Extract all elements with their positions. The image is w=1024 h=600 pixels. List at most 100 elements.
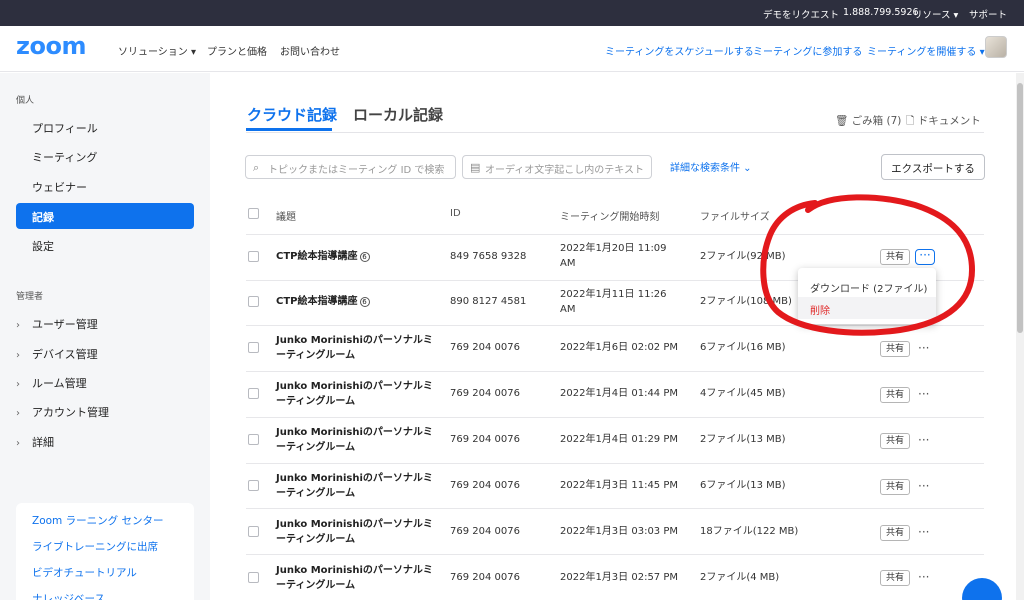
sidebar-item-profile[interactable]: プロフィール xyxy=(16,114,194,140)
main-header: zoom ソリューション ▾ プランと価格 お問い合わせ ミーティングをスケジュ… xyxy=(0,26,1024,72)
share-button[interactable]: 共有 xyxy=(880,433,910,449)
share-button[interactable]: 共有 xyxy=(880,479,910,495)
schedule-meeting-link[interactable]: ミーティングをスケジュールする xyxy=(605,43,754,58)
search-icon: ⌕ xyxy=(253,161,260,174)
sidebar-item-device-management[interactable]: › デバイス管理 xyxy=(16,346,98,362)
docs-link[interactable]: 🗋 ドキュメント xyxy=(906,113,981,131)
video-tutorials-link[interactable]: ビデオチュートリアル xyxy=(32,565,137,580)
recording-topic-link[interactable]: Junko Morinishiのパーソナルミーティングルーム xyxy=(276,471,436,501)
sidebar-item-account-management[interactable]: › アカウント管理 xyxy=(16,404,109,420)
sidebar-item-advanced[interactable]: › 詳細 xyxy=(16,434,54,450)
audio-transcript-search-input[interactable]: ▤ オーディオ文字起こし内のテキスト xyxy=(462,155,652,179)
more-options-icon[interactable]: ··· xyxy=(918,342,929,354)
row-divider xyxy=(246,417,984,418)
nav-plans-pricing[interactable]: プランと価格 xyxy=(207,43,267,58)
row-checkbox[interactable] xyxy=(248,526,259,537)
docs-label: ドキュメント xyxy=(917,115,981,127)
row-checkbox[interactable] xyxy=(248,251,259,262)
zoom-logo[interactable]: zoom xyxy=(16,32,86,60)
file-size: 4ファイル(45 MB) xyxy=(700,388,786,399)
avatar[interactable] xyxy=(985,36,1007,58)
delete-menu-item[interactable]: 削除 xyxy=(798,297,936,319)
recording-topic-link[interactable]: CTP絵本指導講座 6 xyxy=(276,294,436,309)
sidebar-item-room-management[interactable]: › ルーム管理 xyxy=(16,375,87,391)
share-button[interactable]: 共有 xyxy=(880,525,910,541)
more-options-icon[interactable]: ··· xyxy=(918,480,929,492)
column-header-topic[interactable]: 議題 xyxy=(276,208,296,223)
sidebar-section-personal: 個人 xyxy=(16,96,35,106)
topic-search-input[interactable]: ⌕ トピックまたはミーティング ID で検索 xyxy=(245,155,456,179)
row-divider xyxy=(246,554,984,555)
row-divider xyxy=(246,508,984,509)
phone-number[interactable]: 1.888.799.5926 xyxy=(843,7,919,18)
nav-contact[interactable]: お問い合わせ xyxy=(280,43,340,58)
row-checkbox[interactable] xyxy=(248,388,259,399)
more-options-icon[interactable]: ··· xyxy=(915,249,935,265)
start-time: 2022年1月3日 02:57 PM xyxy=(560,572,679,583)
chevron-right-icon: › xyxy=(16,320,20,331)
meeting-id: 890 8127 4581 xyxy=(450,296,527,307)
sidebar-item-settings[interactable]: 設定 xyxy=(16,232,194,258)
resources-menu[interactable]: リソース ▾ xyxy=(913,7,958,21)
page-scrollbar[interactable] xyxy=(1016,73,1024,600)
more-options-dropdown: ダウンロード (2ファイル) 削除 xyxy=(798,268,936,324)
recording-topic-link[interactable]: Junko Morinishiのパーソナルミーティングルーム xyxy=(276,425,436,455)
column-header-file-size[interactable]: ファイルサイズ xyxy=(700,208,770,223)
audio-search-placeholder: オーディオ文字起こし内のテキスト xyxy=(485,165,644,176)
sidebar-item-recordings[interactable]: 記録 xyxy=(16,203,194,229)
trash-icon: 🗑 xyxy=(835,115,852,127)
occurrence-badge: 6 xyxy=(359,252,370,262)
more-options-icon[interactable]: ··· xyxy=(918,526,929,538)
recording-topic-link[interactable]: CTP絵本指導講座 6 xyxy=(276,249,436,264)
sidebar-item-webinars[interactable]: ウェビナー xyxy=(16,173,194,199)
host-meeting-menu[interactable]: ミーティングを開催する ▾ xyxy=(867,43,985,58)
learning-center-link[interactable]: Zoom ラーニング センター xyxy=(32,513,163,528)
recording-topic-link[interactable]: Junko Morinishiのパーソナルミーティングルーム xyxy=(276,517,436,547)
join-meeting-link[interactable]: ミーティングに参加する xyxy=(753,43,862,58)
file-size: 6ファイル(16 MB) xyxy=(700,342,786,353)
export-button[interactable]: エクスポートする xyxy=(881,154,985,180)
sidebar: 個人 プロフィール ミーティング ウェビナー 記録 設定 管理者 › ユーザー管理… xyxy=(0,73,210,600)
more-options-icon[interactable]: ··· xyxy=(918,388,929,400)
chat-help-button[interactable] xyxy=(962,578,1002,600)
recording-topic-link[interactable]: Junko Morinishiのパーソナルミーティングルーム xyxy=(276,379,436,409)
advanced-search-toggle[interactable]: 詳細な検索条件 ⌄ xyxy=(670,159,752,174)
tab-local-recordings[interactable]: ローカル記録 xyxy=(353,104,443,125)
trash-link[interactable]: 🗑 ごみ箱 (7) xyxy=(835,113,901,128)
file-size: 2ファイル(92 MB) xyxy=(700,251,786,262)
more-options-icon[interactable]: ··· xyxy=(918,434,929,446)
start-time: 2022年1月3日 11:45 PM xyxy=(560,480,679,491)
column-header-id[interactable]: ID xyxy=(450,208,461,219)
more-options-icon[interactable]: ··· xyxy=(918,571,929,583)
transcript-icon: ▤ xyxy=(470,161,481,174)
nav-solutions[interactable]: ソリューション ▾ xyxy=(118,43,196,58)
sidebar-item-user-management[interactable]: › ユーザー管理 xyxy=(16,316,98,332)
live-training-link[interactable]: ライブトレーニングに出席 xyxy=(32,539,158,554)
row-checkbox[interactable] xyxy=(248,572,259,583)
sidebar-item-meetings[interactable]: ミーティング xyxy=(16,143,194,169)
knowledge-base-link[interactable]: ナレッジベース xyxy=(32,591,105,600)
tab-cloud-recordings[interactable]: クラウド記録 xyxy=(247,104,337,125)
share-button[interactable]: 共有 xyxy=(880,570,910,586)
recording-topic-link[interactable]: Junko Morinishiのパーソナルミーティングルーム xyxy=(276,333,436,363)
learning-links-box: Zoom ラーニング センター ライブトレーニングに出席 ビデオチュートリアル … xyxy=(16,503,194,600)
share-button[interactable]: 共有 xyxy=(880,387,910,403)
header-divider xyxy=(246,234,984,235)
request-demo-link[interactable]: デモをリクエスト xyxy=(763,7,839,21)
row-checkbox[interactable] xyxy=(248,342,259,353)
row-checkbox[interactable] xyxy=(248,480,259,491)
row-checkbox[interactable] xyxy=(248,296,259,307)
meeting-id: 769 204 0076 xyxy=(450,342,520,353)
start-time: 2022年1月4日 01:44 PM xyxy=(560,388,679,399)
scrollbar-thumb[interactable] xyxy=(1017,83,1023,333)
select-all-checkbox[interactable] xyxy=(248,208,259,219)
support-link[interactable]: サポート xyxy=(969,7,1007,21)
share-button[interactable]: 共有 xyxy=(880,341,910,357)
column-header-start-time[interactable]: ミーティング開始時刻 xyxy=(560,208,659,223)
recording-topic-link[interactable]: Junko Morinishiのパーソナルミーティングルーム xyxy=(276,563,436,593)
sidebar-section-admin: 管理者 xyxy=(16,292,44,302)
download-menu-item[interactable]: ダウンロード (2ファイル) xyxy=(798,275,936,297)
row-checkbox[interactable] xyxy=(248,434,259,445)
share-button[interactable]: 共有 xyxy=(880,249,910,265)
start-time: 2022年1月6日 02:02 PM xyxy=(560,342,679,353)
